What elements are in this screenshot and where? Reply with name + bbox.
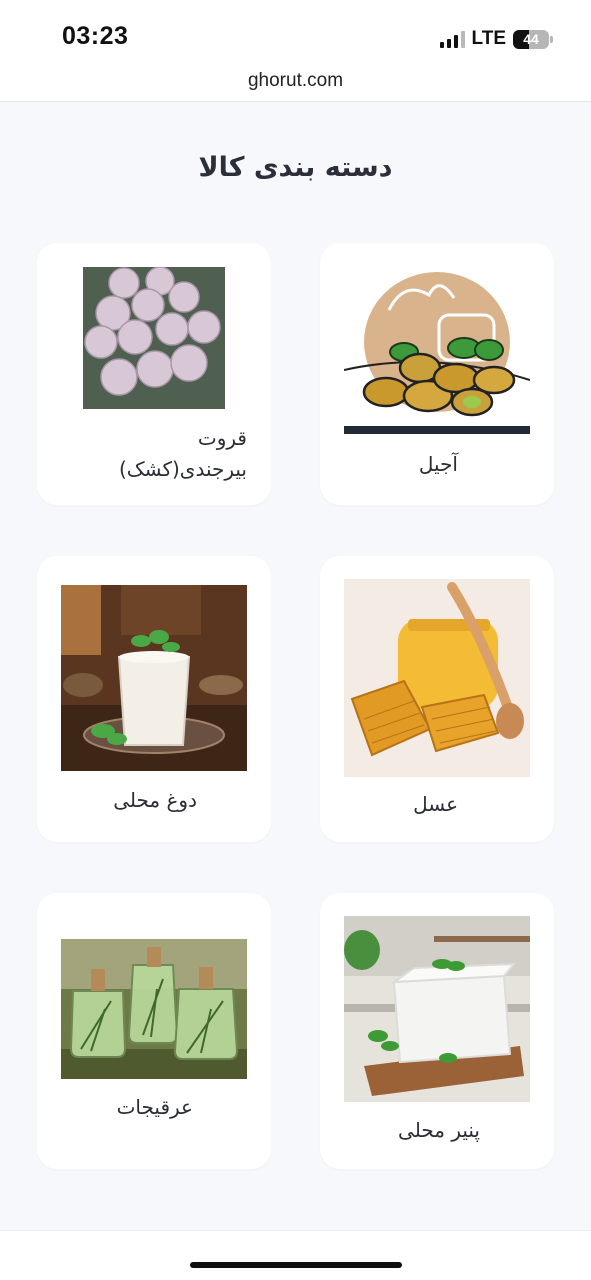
- cellular-signal-icon: [439, 30, 465, 48]
- page-title: دسته بندی کالا: [198, 152, 393, 183]
- doogh-image: [61, 585, 247, 771]
- category-card-ajil[interactable]: آجیل: [320, 243, 554, 505]
- category-card-cheese[interactable]: پنیر محلی: [320, 893, 554, 1169]
- status-indicators: LTE 44: [439, 28, 553, 50]
- battery-level: 44: [523, 31, 539, 47]
- category-label: پنیر محلی: [398, 1118, 480, 1142]
- pistachio-image: [344, 270, 530, 434]
- cheese-image: [344, 916, 530, 1102]
- home-indicator[interactable]: [190, 1262, 402, 1268]
- category-card-araghijat[interactable]: عرقیجات: [37, 893, 271, 1169]
- category-label: دوغ محلی: [113, 788, 197, 812]
- category-label: عرقیجات: [116, 1095, 193, 1119]
- bottom-bar: [0, 1230, 591, 1280]
- honey-image: [344, 579, 530, 777]
- category-card-honey[interactable]: عسل: [320, 556, 554, 842]
- category-label: عسل: [413, 792, 458, 816]
- url-domain[interactable]: ghorut.com: [248, 70, 343, 91]
- battery-icon: 44: [513, 29, 553, 49]
- status-bar: 03:23 LTE 44: [0, 0, 591, 66]
- status-time: 03:23: [62, 22, 129, 50]
- category-label: آجیل: [418, 452, 458, 476]
- category-label-line1: قروت: [197, 426, 247, 450]
- qurut-image: [83, 267, 225, 409]
- distillate-bottles-image: [61, 939, 247, 1079]
- category-card-doogh[interactable]: دوغ محلی: [37, 556, 271, 842]
- network-type: LTE: [471, 28, 506, 49]
- address-bar[interactable]: ghorut.com: [0, 66, 591, 102]
- category-label-line2: بیرجندی(کشک): [118, 457, 247, 481]
- category-card-qurut[interactable]: قروت بیرجندی(کشک): [37, 243, 271, 505]
